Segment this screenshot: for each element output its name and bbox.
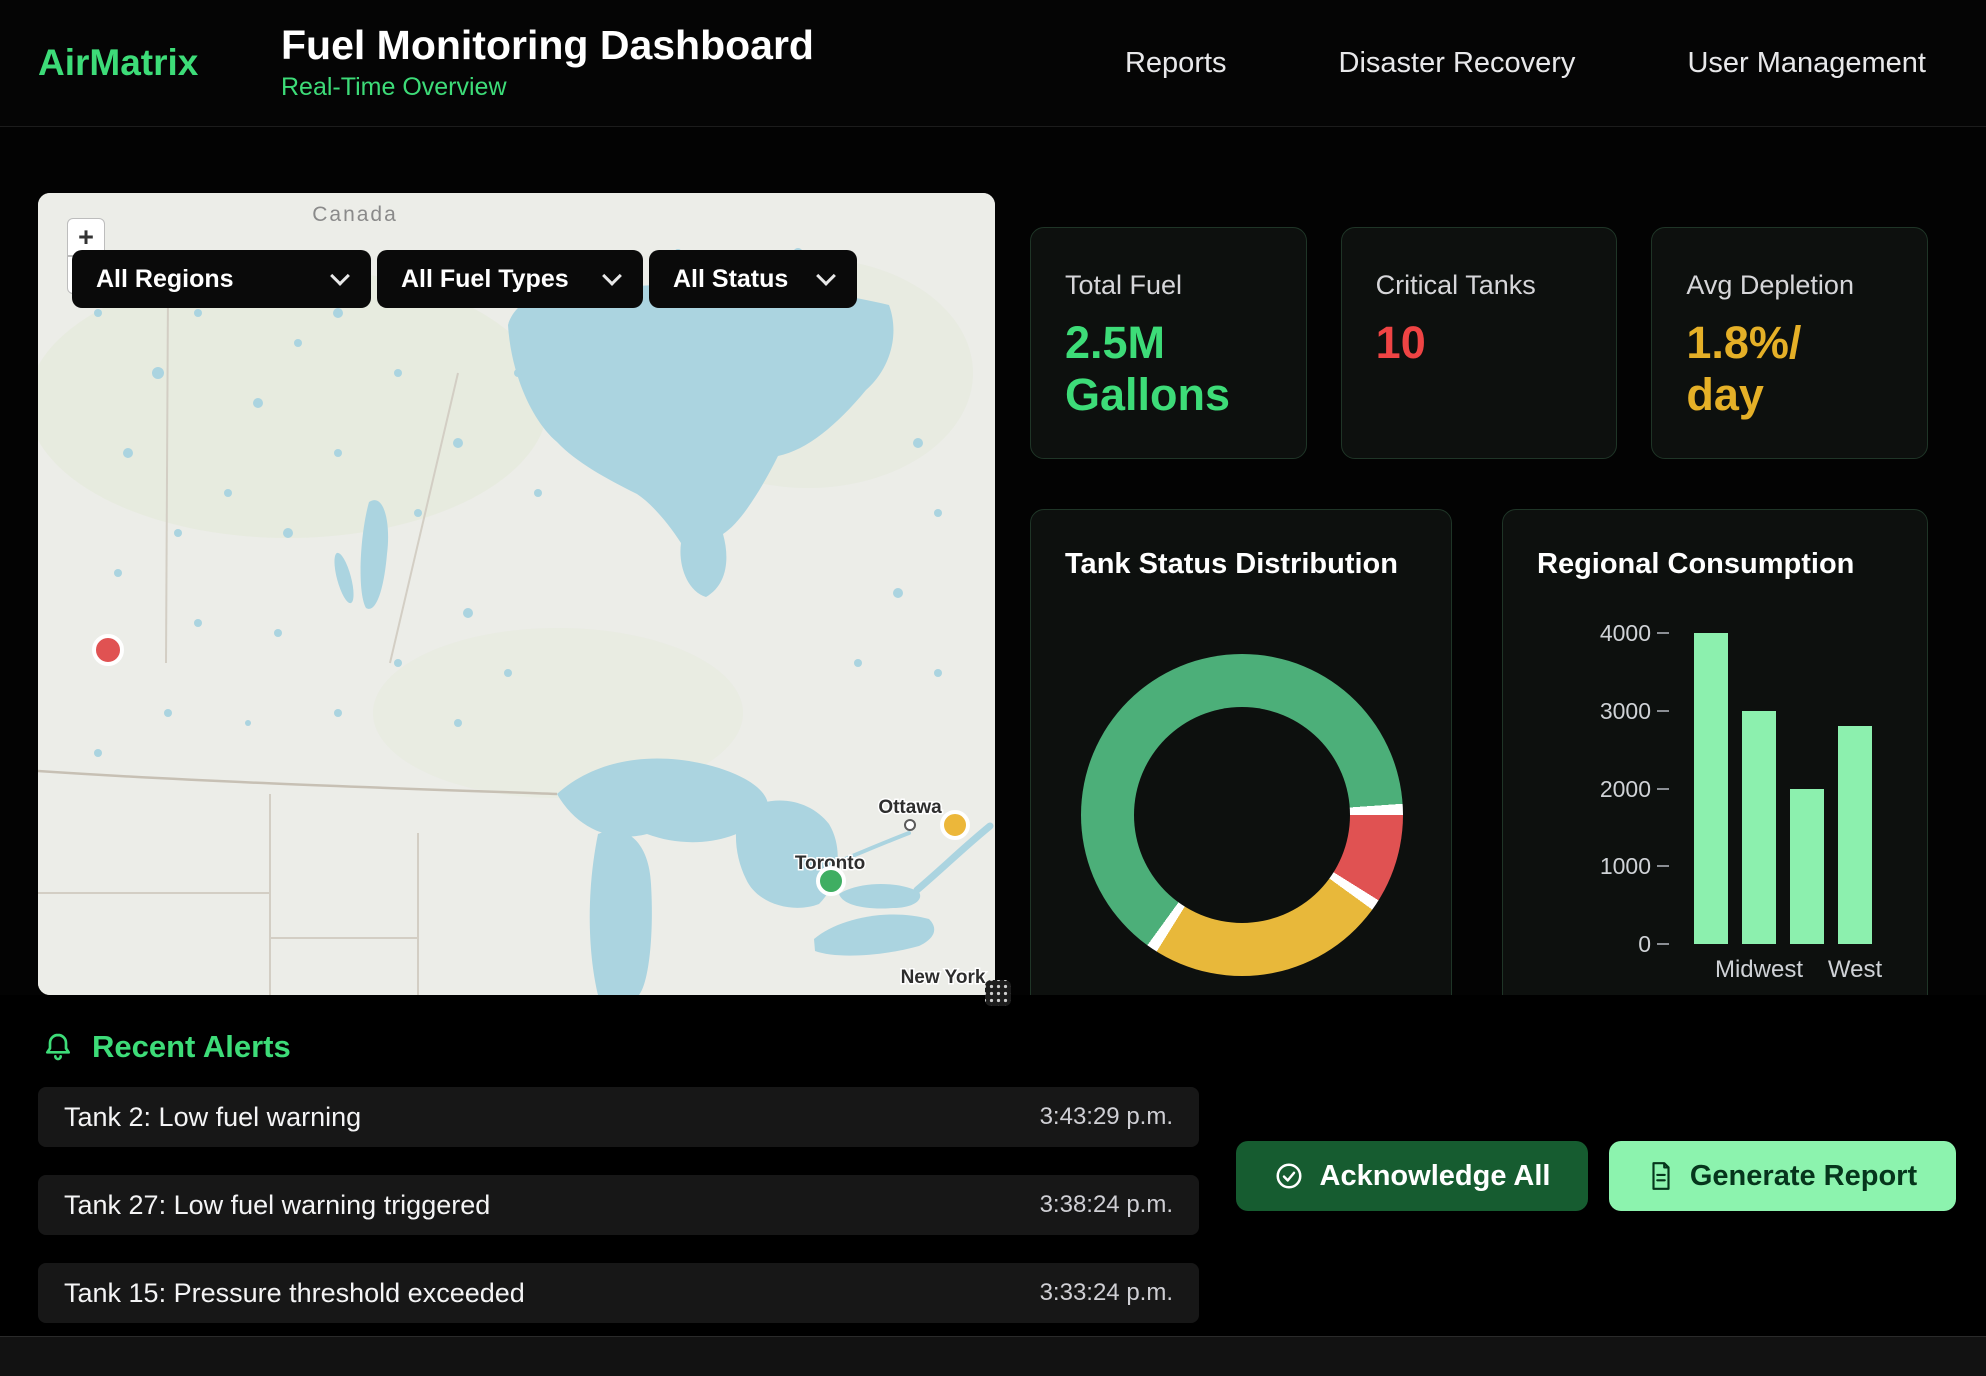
- fuel-type-filter-select[interactable]: All Fuel Types: [377, 250, 643, 308]
- y-tick-mark: [1657, 632, 1669, 634]
- page-title: Fuel Monitoring Dashboard: [281, 25, 814, 66]
- y-tick-mark: [1657, 865, 1669, 867]
- region-filter-select[interactable]: All Regions: [72, 250, 371, 308]
- stat-card-total-fuel: Total Fuel 2.5M Gallons: [1030, 227, 1307, 459]
- alert-list-item[interactable]: Tank 27: Low fuel warning triggered 3:38…: [38, 1175, 1199, 1235]
- alert-timestamp: 3:38:24 p.m.: [1040, 1191, 1173, 1219]
- tank-marker-warning[interactable]: [942, 812, 968, 838]
- map-canvas[interactable]: Canada Ottawa Toronto New York: [38, 193, 995, 995]
- map-label-ottawa: Ottawa: [878, 797, 942, 818]
- fuel-type-filter-value: All Fuel Types: [401, 265, 569, 294]
- stat-cards: Total Fuel 2.5M Gallons Critical Tanks 1…: [1030, 227, 1928, 459]
- status-filter-select[interactable]: All Status: [649, 250, 857, 308]
- alert-message: Tank 27: Low fuel warning triggered: [64, 1190, 490, 1221]
- tank-marker-critical[interactable]: [94, 636, 122, 664]
- stat-card-avg-depletion: Avg Depletion 1.8%/ day: [1651, 227, 1928, 459]
- y-tick-label: 1000: [1541, 852, 1651, 880]
- chart-cards: Tank Status Distribution Regional Consum…: [1030, 509, 1928, 1069]
- consumption-bar: [1790, 789, 1824, 945]
- alert-timestamp: 3:43:29 p.m.: [1040, 1103, 1173, 1131]
- stat-label: Avg Depletion: [1686, 270, 1893, 301]
- chart-title: Tank Status Distribution: [1065, 548, 1398, 581]
- x-tick-label: West: [1795, 956, 1915, 984]
- alert-message: Tank 2: Low fuel warning: [64, 1102, 361, 1133]
- app-root: AirMatrix Fuel Monitoring Dashboard Real…: [0, 0, 1986, 1376]
- y-tick-mark: [1657, 710, 1669, 712]
- brand-logo[interactable]: AirMatrix: [38, 42, 281, 84]
- stat-label: Total Fuel: [1065, 270, 1272, 301]
- status-filter-value: All Status: [673, 265, 788, 294]
- alert-list-item[interactable]: Tank 2: Low fuel warning 3:43:29 p.m.: [38, 1087, 1199, 1147]
- map-svg: Canada Ottawa Toronto New York: [38, 193, 995, 995]
- consumption-bar: [1742, 711, 1776, 944]
- tank-status-card: Tank Status Distribution: [1030, 509, 1452, 1069]
- lake-michigan: [590, 831, 652, 995]
- chevron-down-icon: [816, 266, 836, 286]
- consumption-bar: [1838, 726, 1872, 944]
- stat-value: 2.5M Gallons: [1065, 317, 1272, 421]
- donut-hole: [1134, 707, 1350, 923]
- bottom-bar: [0, 1336, 1986, 1376]
- alert-timestamp: 3:33:24 p.m.: [1040, 1279, 1173, 1307]
- city-dot: [905, 820, 915, 830]
- generate-report-button[interactable]: Generate Report: [1609, 1141, 1956, 1211]
- stat-value: 10: [1376, 317, 1583, 369]
- forest-patch: [38, 268, 548, 538]
- page-subtitle: Real-Time Overview: [281, 73, 814, 102]
- tank-status-donut: [1081, 654, 1403, 976]
- alerts-section: Recent Alerts Tank 2: Low fuel warning 3…: [0, 995, 1986, 1376]
- alerts-title: Recent Alerts: [92, 1029, 291, 1065]
- title-block: Fuel Monitoring Dashboard Real-Time Over…: [281, 25, 814, 102]
- stat-value: 1.8%/ day: [1686, 317, 1893, 421]
- main-nav: Reports Disaster Recovery User Managemen…: [1125, 47, 1926, 80]
- chevron-down-icon: [602, 266, 622, 286]
- stat-card-critical-tanks: Critical Tanks 10: [1341, 227, 1618, 459]
- consumption-bar: [1694, 633, 1728, 944]
- y-tick-label: 0: [1541, 930, 1651, 958]
- y-tick-mark: [1657, 788, 1669, 790]
- map-label-new-york: New York: [901, 967, 986, 988]
- chevron-down-icon: [330, 266, 350, 286]
- bell-icon: [42, 1031, 74, 1063]
- nav-user-management[interactable]: User Management: [1687, 47, 1926, 80]
- regional-consumption-card: Regional Consumption 01000200030004000 M…: [1502, 509, 1928, 1069]
- tank-marker-normal[interactable]: [818, 868, 844, 894]
- nav-reports[interactable]: Reports: [1125, 47, 1227, 80]
- app-header: AirMatrix Fuel Monitoring Dashboard Real…: [0, 0, 1986, 127]
- region-filter-value: All Regions: [96, 265, 234, 294]
- y-tick-mark: [1657, 943, 1669, 945]
- alert-message: Tank 15: Pressure threshold exceeded: [64, 1278, 525, 1309]
- check-circle-icon: [1274, 1161, 1304, 1191]
- acknowledge-all-label: Acknowledge All: [1320, 1160, 1551, 1193]
- y-tick-label: 2000: [1541, 775, 1651, 803]
- regional-consumption-bars: [1694, 633, 1914, 944]
- map-panel: Canada Ottawa Toronto New York + All Reg…: [38, 193, 995, 995]
- map-label-canada: Canada: [312, 203, 398, 226]
- nav-disaster-recovery[interactable]: Disaster Recovery: [1339, 47, 1576, 80]
- resize-handle[interactable]: [985, 980, 1011, 1006]
- acknowledge-all-button[interactable]: Acknowledge All: [1236, 1141, 1588, 1211]
- map-filters: All Regions All Fuel Types All Status: [72, 250, 857, 308]
- alert-list-item[interactable]: Tank 15: Pressure threshold exceeded 3:3…: [38, 1263, 1199, 1323]
- y-tick-label: 4000: [1541, 619, 1651, 647]
- alerts-header: Recent Alerts: [42, 1029, 291, 1065]
- stat-label: Critical Tanks: [1376, 270, 1583, 301]
- y-tick-label: 3000: [1541, 697, 1651, 725]
- chart-title: Regional Consumption: [1537, 548, 1854, 581]
- report-document-icon: [1648, 1161, 1674, 1191]
- generate-report-label: Generate Report: [1690, 1160, 1917, 1193]
